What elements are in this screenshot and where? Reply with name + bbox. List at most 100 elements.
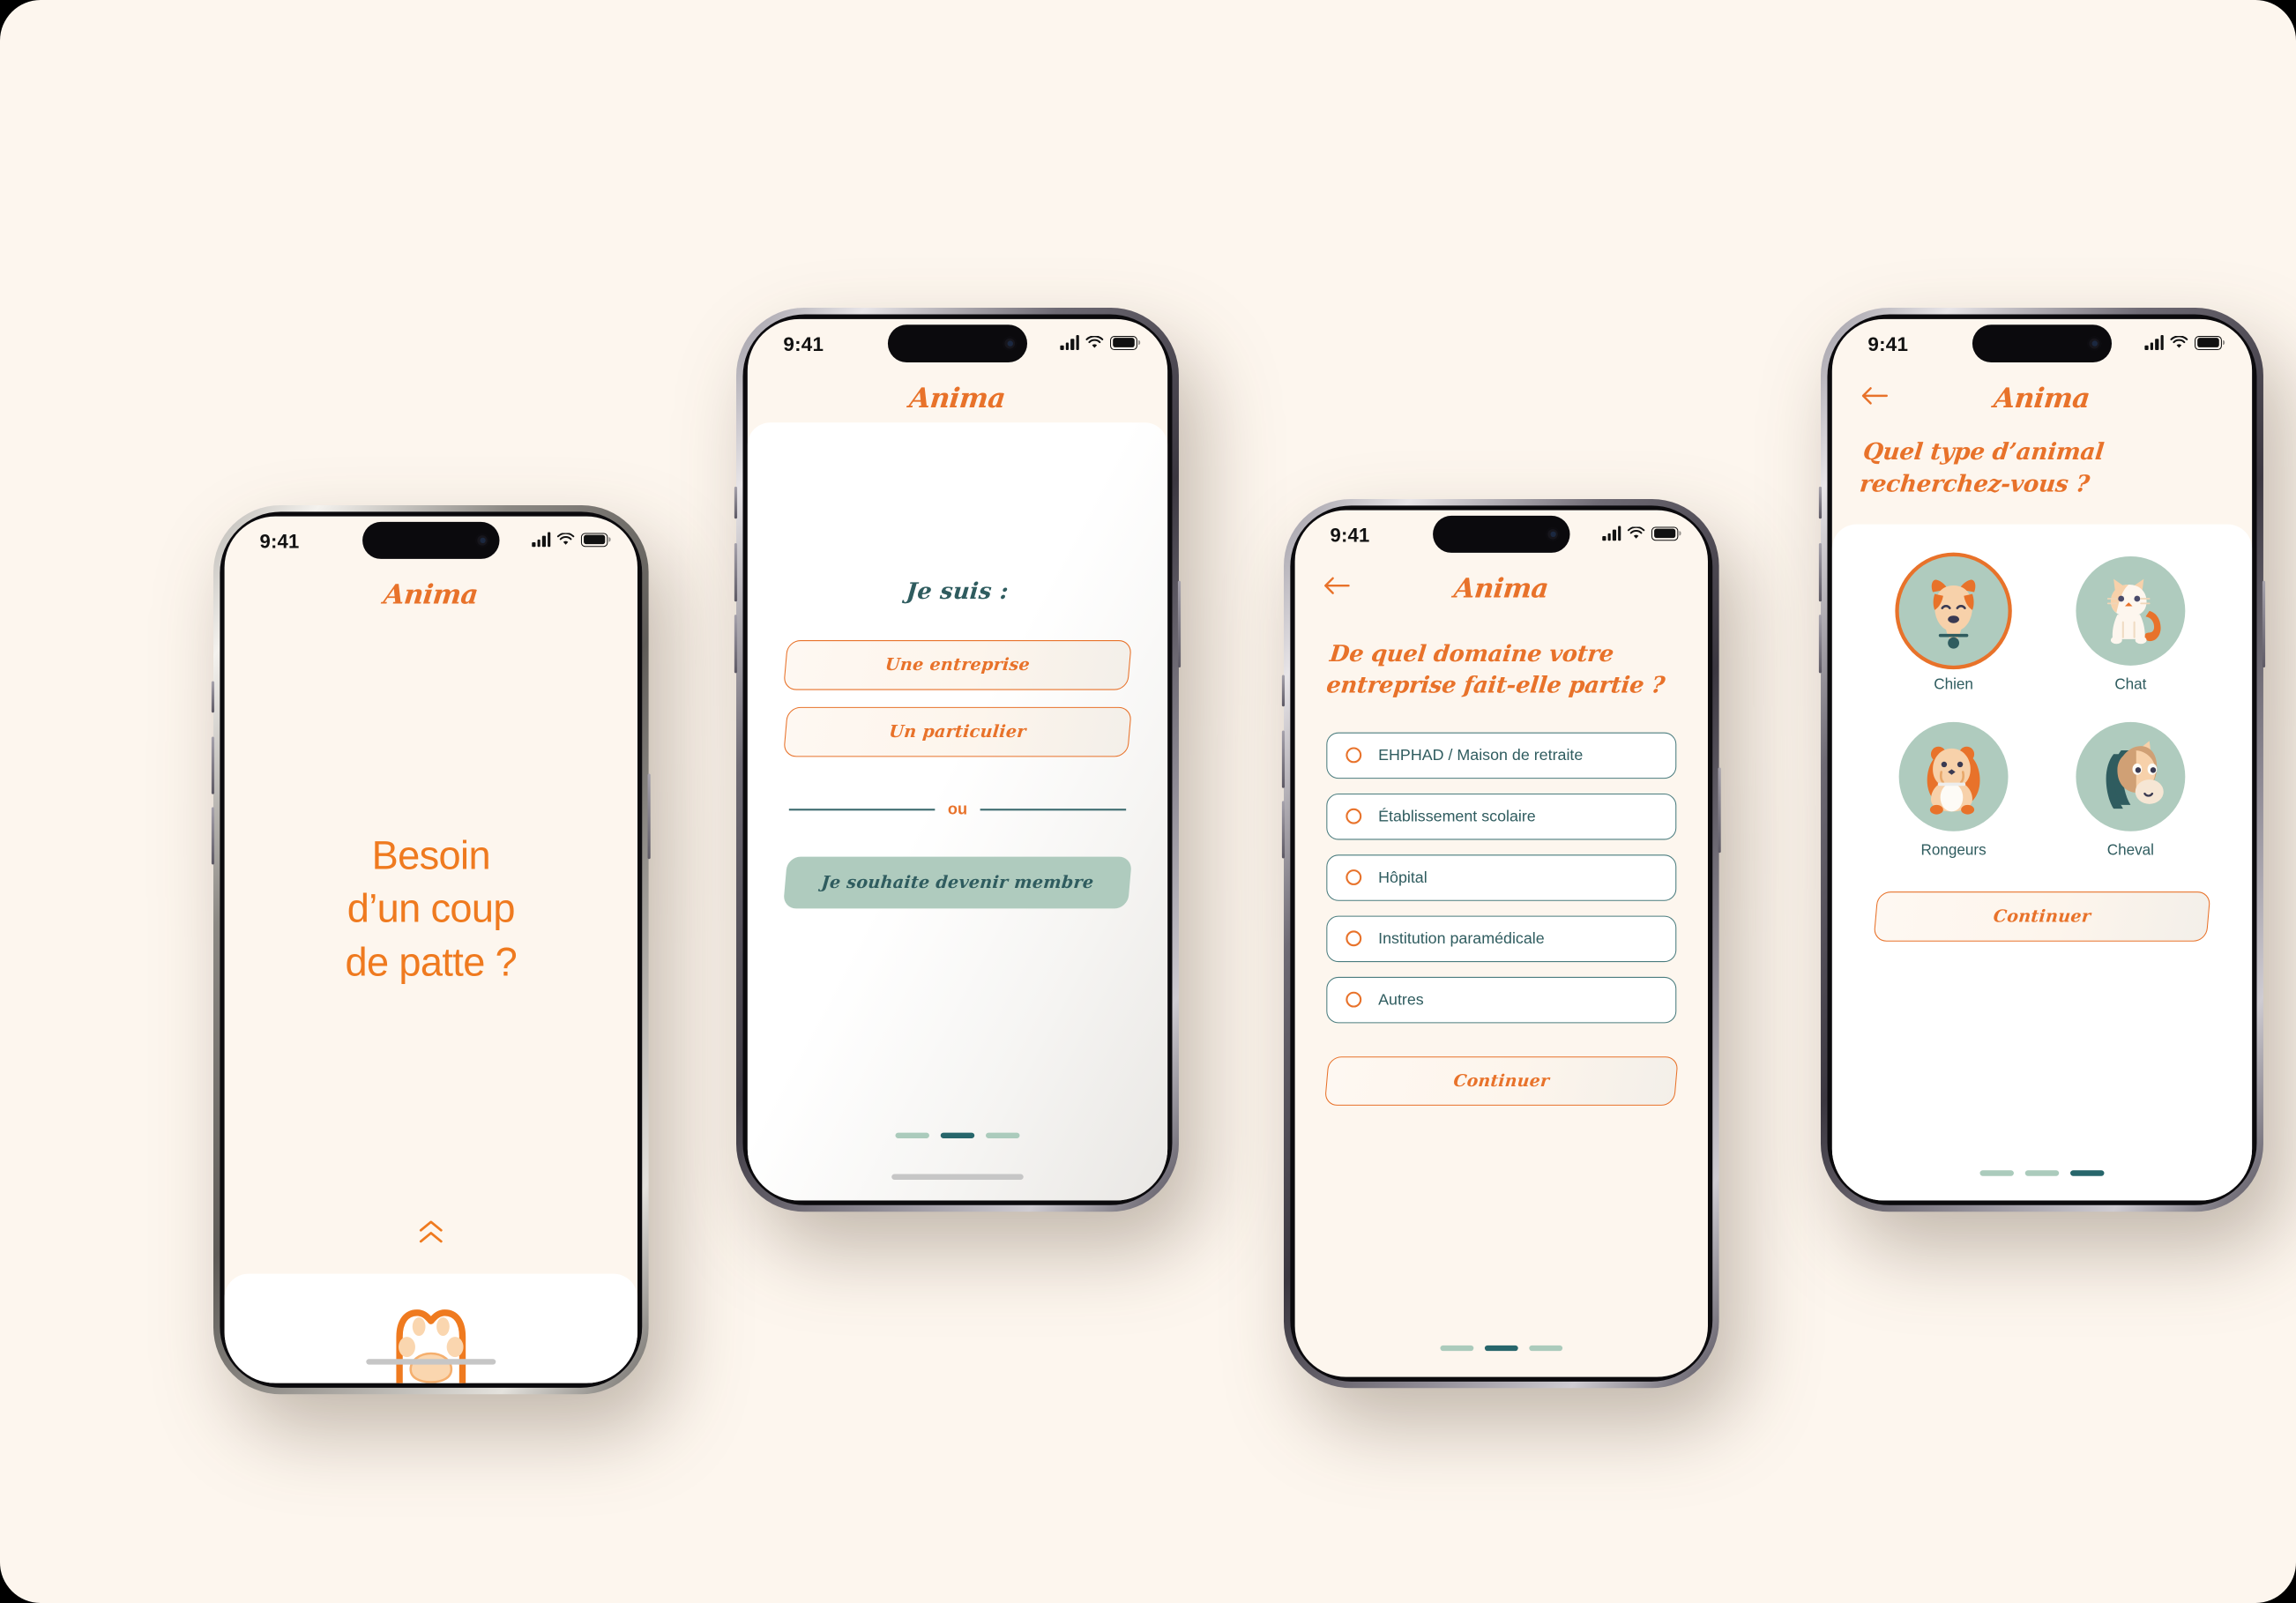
phone-screen: 9:41 Anima Besoin d’un coup de patte ? [224, 516, 638, 1383]
cellular-signal-icon [532, 532, 551, 548]
role-option-particulier-button[interactable]: Un particulier [782, 706, 1132, 757]
animal-avatar [2076, 721, 2186, 831]
front-camera-icon [1550, 531, 1556, 538]
splash-headline: Besoin d’un coup de patte ? [346, 831, 518, 989]
dog-icon [1931, 578, 1976, 649]
splash-headline-line-1: Besoin [371, 834, 491, 879]
battery-icon [1651, 526, 1679, 541]
divider-line-left [788, 809, 935, 811]
volume-down-button[interactable] [1818, 615, 1822, 674]
splash-hero: Besoin d’un coup de patte ? [225, 618, 637, 1219]
continue-button[interactable]: Continuer [1323, 1055, 1679, 1106]
volume-up-button[interactable] [734, 542, 737, 602]
animal-label: Chien [1934, 676, 1973, 693]
progress-dash-3 [985, 1132, 1020, 1138]
front-camera-icon [480, 537, 486, 544]
power-button[interactable] [1177, 580, 1181, 667]
progress-dash-2 [1484, 1345, 1518, 1352]
progress-dash-2 [2024, 1170, 2060, 1176]
volume-up-button[interactable] [1818, 542, 1822, 602]
progress-dash-1 [1979, 1170, 2014, 1176]
animal-avatar [1898, 721, 2009, 831]
mute-switch[interactable] [734, 486, 737, 519]
become-member-button[interactable]: Je souhaite devenir membre [782, 856, 1132, 909]
option-label: EHPHAD / Maison de retraite [1378, 746, 1584, 764]
progress-dashes [785, 1132, 1129, 1138]
brand-logo: Anima [382, 578, 481, 610]
volume-down-button[interactable] [734, 615, 737, 674]
dynamic-island [1433, 515, 1570, 553]
radio-unchecked-icon[interactable] [1346, 747, 1362, 764]
role-select-sheet: Je suis : Une entreprise Un particulier … [747, 422, 1167, 1201]
screen-footer [1875, 1170, 2209, 1200]
company-domain-body: De quel domaine votre entreprise fait-el… [1295, 612, 1708, 1376]
animal-label: Cheval [2106, 842, 2154, 859]
status-icons [1602, 526, 1679, 541]
animal-label: Rongeurs [1920, 842, 1987, 859]
or-divider: ou [788, 800, 1126, 818]
screen-footer [1326, 1345, 1676, 1377]
home-indicator[interactable] [891, 1174, 1024, 1180]
phone-screen: 9:41 Ani [1831, 318, 2252, 1201]
wifi-icon [556, 533, 575, 547]
page-question: De quel domaine votre entreprise fait-el… [1325, 639, 1666, 698]
option-row-etablissement-scolaire[interactable]: Établissement scolaire [1326, 793, 1677, 840]
animal-option-cheval[interactable]: Cheval [2053, 721, 2209, 859]
sheet-footer [785, 1132, 1129, 1200]
brand-logo: Anima [1452, 571, 1551, 604]
animal-option-chat[interactable]: Chat [2053, 555, 2209, 693]
status-time: 9:41 [259, 531, 300, 553]
option-label: Autres [1378, 990, 1424, 1009]
animal-grid: Chien Chat Rongeurs Cheval [1875, 555, 2209, 859]
option-label: Établissement scolaire [1378, 807, 1536, 825]
dynamic-island [887, 324, 1027, 362]
option-row-autres[interactable]: Autres [1326, 976, 1677, 1024]
option-row-hopital[interactable]: Hôpital [1326, 854, 1677, 901]
power-button[interactable] [1718, 767, 1721, 854]
status-icons [2144, 334, 2222, 350]
option-row-ehphad[interactable]: EHPHAD / Maison de retraite [1326, 732, 1677, 779]
radio-unchecked-icon[interactable] [1346, 808, 1362, 824]
radio-unchecked-icon[interactable] [1346, 930, 1362, 947]
mute-switch[interactable] [211, 681, 215, 713]
power-button[interactable] [647, 773, 651, 860]
continue-button[interactable]: Continuer [1873, 891, 2211, 942]
app-header: Anima [225, 570, 637, 619]
radio-unchecked-icon[interactable] [1346, 991, 1362, 1008]
phone-mockup-role-select: 9:41 Anima Je suis : Une entreprise Un p… [734, 307, 1181, 1212]
power-button[interactable] [2262, 580, 2265, 667]
animal-option-chien[interactable]: Chien [1875, 555, 2031, 693]
volume-down-button[interactable] [1281, 801, 1286, 859]
cat-icon [2106, 578, 2161, 644]
horse-icon [2106, 740, 2164, 809]
role-option-entreprise-button[interactable]: Une entreprise [782, 639, 1132, 690]
app-header: Anima [748, 374, 1167, 423]
option-row-institution-paramedicale[interactable]: Institution paramédicale [1326, 915, 1677, 962]
cat-paw-icon [396, 1309, 466, 1383]
wifi-icon [1085, 335, 1104, 349]
splash-headline-line-2: d’un coup [347, 887, 516, 932]
role-select-heading: Je suis : [905, 577, 1010, 605]
back-button[interactable] [1323, 576, 1351, 600]
hamster-icon [1927, 746, 1980, 815]
front-camera-icon [1007, 340, 1013, 347]
radio-unchecked-icon[interactable] [1346, 869, 1362, 886]
status-time: 9:41 [783, 333, 824, 356]
mute-switch[interactable] [1818, 486, 1822, 519]
wifi-icon [2170, 335, 2188, 349]
cta-wrap: Continuer [1323, 1055, 1679, 1106]
arrow-left-icon [1861, 386, 1888, 405]
status-bar: 9:41 [1295, 511, 1708, 564]
mute-switch[interactable] [1281, 675, 1286, 707]
home-indicator[interactable] [366, 1359, 496, 1365]
volume-up-button[interactable] [1281, 730, 1286, 788]
animal-option-rongeurs[interactable]: Rongeurs [1875, 721, 2031, 859]
volume-down-button[interactable] [211, 807, 215, 865]
status-time: 9:41 [1867, 333, 1908, 356]
animal-label: Chat [2114, 676, 2147, 693]
progress-dash-3 [2069, 1170, 2105, 1176]
progress-dash-2 [940, 1132, 975, 1138]
back-button[interactable] [1860, 385, 1889, 411]
volume-up-button[interactable] [211, 736, 215, 794]
phone-screen: 9:41 Ani [1294, 510, 1709, 1377]
